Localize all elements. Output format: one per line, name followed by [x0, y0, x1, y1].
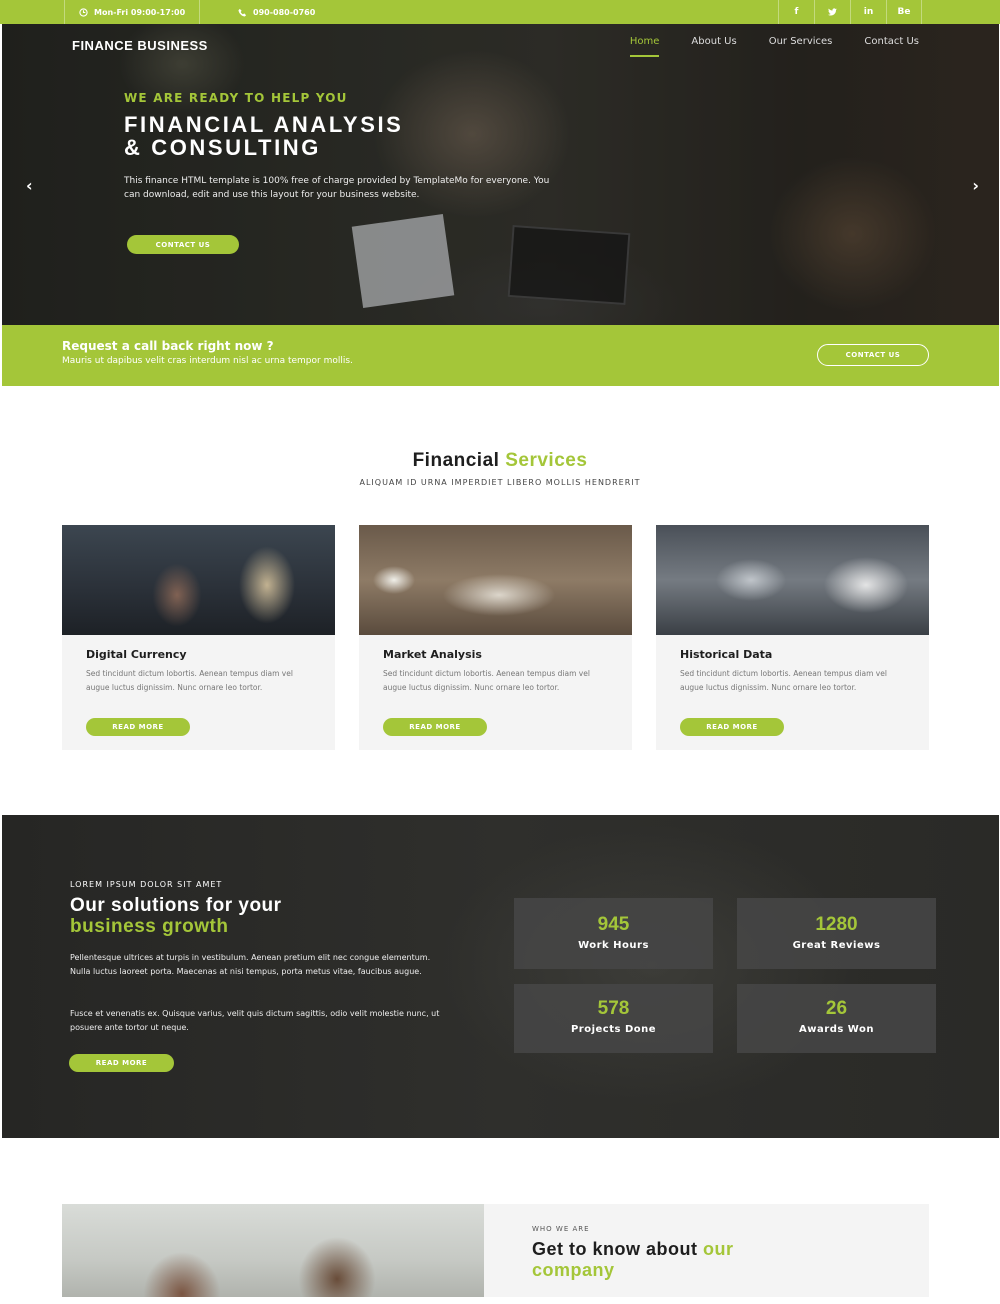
read-more-button[interactable]: READ MORE	[680, 718, 784, 736]
phone-text: 090-080-0760	[253, 7, 316, 17]
read-more-button[interactable]: READ MORE	[86, 718, 190, 736]
nav-item-contact[interactable]: Contact Us	[864, 36, 919, 57]
twitter-bird-icon	[828, 8, 837, 16]
stat-label: Work Hours	[578, 940, 649, 951]
hero-slider: FINANCE BUSINESS Home About Us Our Servi…	[2, 24, 999, 325]
solutions-read-more-button[interactable]: READ MORE	[69, 1054, 174, 1072]
hero-title-line1: FINANCIAL ANALYSIS	[124, 112, 404, 137]
stat-label: Awards Won	[799, 1024, 874, 1035]
stat-value: 26	[825, 998, 848, 1019]
service-card-title: Market Analysis	[383, 648, 482, 661]
services-heading-accent: Services	[505, 450, 588, 471]
about-title-accent: our	[703, 1239, 734, 1259]
solutions-title: Our solutions for your business growth	[70, 895, 282, 937]
hero-eyebrow: WE ARE READY TO HELP YOU	[124, 91, 348, 105]
about-title-accent: company	[532, 1260, 615, 1280]
solutions-eyebrow: LOREM IPSUM DOLOR SIT AMET	[70, 880, 223, 889]
service-card-text: Sed tincidunt dictum lobortis. Aenean te…	[86, 669, 293, 692]
stat-label: Great Reviews	[792, 940, 881, 951]
facebook-icon[interactable]: f	[778, 0, 814, 24]
stat-box: 945 Work Hours	[514, 898, 713, 969]
service-card-image	[359, 525, 632, 635]
stat-value: 945	[597, 914, 630, 935]
linkedin-icon[interactable]: in	[850, 0, 886, 24]
hero-contact-button[interactable]: CONTACT US	[127, 235, 239, 254]
twitter-icon[interactable]	[814, 0, 850, 24]
stat-value: 578	[597, 998, 630, 1019]
service-card: Historical Data Sed tincidunt dictum lob…	[656, 525, 929, 750]
services-heading-main: Financial	[412, 450, 500, 471]
stat-box: 578 Projects Done	[514, 984, 713, 1053]
solutions-section: LOREM IPSUM DOLOR SIT AMET Our solutions…	[2, 815, 999, 1138]
hero-title: FINANCIAL ANALYSIS & CONSULTING	[124, 113, 544, 159]
clock-icon	[79, 7, 88, 17]
brand-logo[interactable]: FINANCE BUSINESS	[72, 38, 208, 53]
nav-item-about[interactable]: About Us	[691, 36, 736, 57]
stat-label: Projects Done	[570, 1024, 657, 1035]
hours-info: Mon-Fri 09:00-17:00	[64, 0, 201, 24]
stat-box: 26 Awards Won	[737, 984, 936, 1053]
about-image	[62, 1204, 484, 1297]
services-heading: Financial Services	[0, 450, 1000, 472]
about-eyebrow: WHO WE ARE	[532, 1225, 590, 1233]
phone-icon	[238, 8, 247, 17]
slider-prev-icon[interactable]: ‹	[26, 176, 33, 195]
main-nav: Home About Us Our Services Contact Us	[629, 36, 919, 57]
service-card-image	[656, 525, 929, 635]
about-title-main: Get to know about	[532, 1239, 698, 1259]
about-intro: WHO WE ARE Get to know about our company	[484, 1204, 929, 1297]
page: Mon-Fri 09:00-17:00 090-080-0760 f in Be…	[0, 0, 1000, 1304]
service-card: Market Analysis Sed tincidunt dictum lob…	[359, 525, 632, 750]
solutions-title-line1: Our solutions for your	[70, 895, 282, 916]
solutions-paragraph: Pellentesque ultrices at turpis in vesti…	[70, 953, 431, 976]
nav-item-services[interactable]: Our Services	[769, 36, 833, 57]
solutions-paragraph: Fusce et venenatis ex. Quisque varius, v…	[70, 1009, 440, 1032]
stat-box: 1280 Great Reviews	[737, 898, 936, 969]
hero-title-line2: & CONSULTING	[124, 135, 322, 160]
services-subtitle: ALIQUAM ID URNA IMPERDIET LIBERO MOLLIS …	[359, 478, 641, 487]
callback-contact-button[interactable]: CONTACT US	[817, 344, 929, 366]
service-card-title: Historical Data	[680, 648, 773, 661]
service-card-text: Sed tincidunt dictum lobortis. Aenean te…	[680, 669, 887, 692]
behance-icon[interactable]: Be	[886, 0, 922, 24]
hero-description: This finance HTML template is 100% free …	[124, 176, 550, 200]
nav-item-home[interactable]: Home	[629, 36, 660, 57]
stat-value: 1280	[815, 914, 858, 935]
hours-text: Mon-Fri 09:00-17:00	[94, 7, 186, 17]
service-card-image	[62, 525, 335, 635]
callback-title: Request a call back right now ?	[62, 339, 274, 353]
slider-next-icon[interactable]: ›	[972, 176, 979, 195]
about-title: Get to know about our company	[532, 1239, 734, 1281]
service-card-title: Digital Currency	[86, 648, 187, 661]
top-bar: Mon-Fri 09:00-17:00 090-080-0760 f in Be	[0, 0, 1000, 24]
callback-subtitle: Mauris ut dapibus velit cras interdum ni…	[62, 356, 353, 366]
social-links: f in Be	[778, 0, 922, 24]
callback-banner: Request a call back right now ? Mauris u…	[2, 325, 999, 386]
phone-info[interactable]: 090-080-0760	[224, 0, 329, 24]
service-card: Digital Currency Sed tincidunt dictum lo…	[62, 525, 335, 750]
solutions-title-accent: business growth	[70, 916, 229, 937]
read-more-button[interactable]: READ MORE	[383, 718, 487, 736]
service-card-text: Sed tincidunt dictum lobortis. Aenean te…	[383, 669, 590, 692]
